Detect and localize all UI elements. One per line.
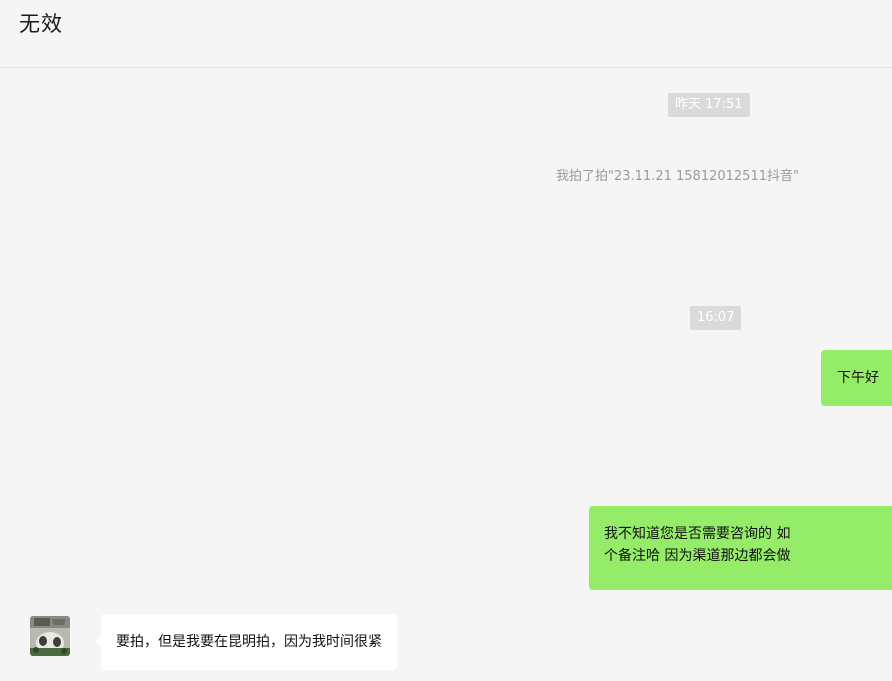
message-list[interactable]: 昨天 17:51 我拍了拍"23.11.21 15812012511抖音" 16… bbox=[0, 68, 892, 681]
outgoing-message-bubble[interactable]: 下午好 bbox=[821, 350, 892, 406]
timestamp: 16:07 bbox=[690, 306, 742, 330]
incoming-message-bubble[interactable]: 要拍，但是我要在昆明拍，因为我时间很紧 bbox=[95, 614, 397, 670]
chat-header: 无效 bbox=[0, 0, 892, 68]
message-text-line: 个备注哈 因为渠道那边都会做 bbox=[604, 548, 791, 564]
contact-avatar[interactable] bbox=[30, 616, 70, 656]
avatar-image-icon bbox=[30, 616, 70, 656]
message-text-line: 我不知道您是否需要咨询的 如 bbox=[604, 526, 791, 542]
chat-window: 无效 昨天 17:51 我拍了拍"23.11.21 15812012511抖音"… bbox=[0, 0, 892, 681]
message-text: 下午好 bbox=[837, 370, 879, 386]
outgoing-message-bubble[interactable]: 我不知道您是否需要咨询的 如 个备注哈 因为渠道那边都会做 bbox=[589, 506, 892, 590]
timestamp: 昨天 17:51 bbox=[668, 93, 750, 117]
pat-system-message: 我拍了拍"23.11.21 15812012511抖音" bbox=[556, 169, 799, 184]
chat-title: 无效 bbox=[19, 12, 63, 36]
